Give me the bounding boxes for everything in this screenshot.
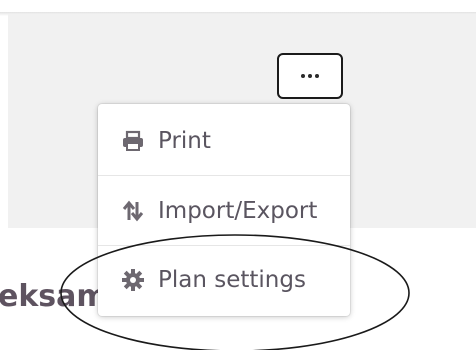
highlight-ellipse <box>60 234 410 350</box>
